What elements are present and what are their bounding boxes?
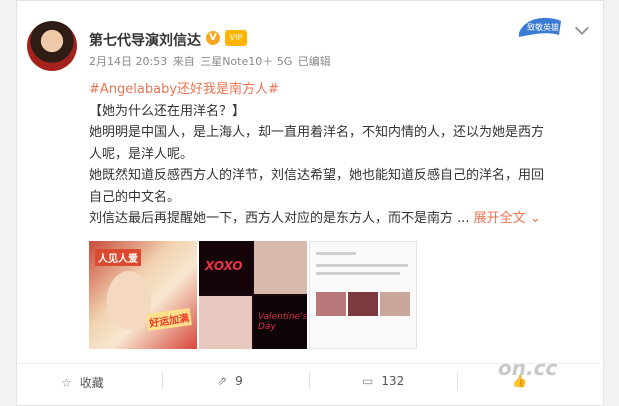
image-caption-b: 好运加满 <box>146 308 192 331</box>
text-line <box>316 252 356 255</box>
star-icon: ☆ <box>61 376 72 390</box>
author-avatar[interactable] <box>27 21 77 71</box>
post-meta: 2月14日 20:53 来自 三星Note10＋ 5G 已编辑 <box>89 53 333 69</box>
image-caption-xoxo: XOXO <box>205 259 243 273</box>
thumb <box>380 292 410 316</box>
divider <box>162 372 163 390</box>
image-caption-a: 人见人爱 <box>95 249 141 266</box>
expand-chevron-icon: ⌄ <box>529 211 541 226</box>
image-tile <box>199 296 252 349</box>
image-tile: XOXO <box>199 241 252 294</box>
repost-button[interactable]: ⇗ 9 <box>217 374 243 388</box>
comment-button[interactable]: ▭ 132 <box>362 374 404 388</box>
author-name[interactable]: 第七代导演刘信达 <box>89 30 201 50</box>
text-line <box>316 264 408 267</box>
thumb <box>316 292 346 316</box>
post-image-2[interactable]: XOXO Valentine's Day <box>199 241 307 349</box>
repost-icon: ⇗ <box>217 374 228 388</box>
source-prefix: 来自 <box>172 55 195 68</box>
hero-tribute-badge-icon: 致敬英雄 <box>519 17 561 37</box>
chevron-down-icon[interactable] <box>574 20 590 36</box>
image-caption-valentine: Valentine's Day <box>258 312 308 332</box>
edited-label[interactable]: 已编辑 <box>298 55 331 68</box>
body-line-last: 刘信达最后再提醒她一下，西方人对应的是东方人，而不是南方 ... <box>89 211 470 226</box>
favorite-button[interactable]: ☆ 收藏 <box>61 374 104 391</box>
image-tile <box>254 241 307 294</box>
weibo-post-card: 第七代导演刘信达 V VIP 2月14日 20:53 来自 三星Note10＋ … <box>16 0 605 406</box>
body-line-3: 她既然知道反感西方人的洋节，刘信达希望，她也能知道反感自己的洋名，用回 <box>89 168 545 183</box>
image-tile: Valentine's Day <box>254 296 307 349</box>
post-image-1[interactable]: 人见人爱 好运加满 <box>89 241 197 349</box>
body-line-4: 自己的中文名。 <box>89 189 181 205</box>
post-image-3[interactable] <box>309 241 417 349</box>
portrait-face <box>107 271 151 329</box>
body-line-2: 人呢，是洋人呢。 <box>89 146 194 162</box>
vip-badge-icon: VIP <box>225 30 247 46</box>
hashtag-link[interactable]: #Angelababy还好我是南方人# <box>89 82 279 97</box>
text-line <box>316 272 400 275</box>
watermark: on.cc <box>498 356 558 380</box>
source-device[interactable]: 三星Note10＋ 5G <box>200 55 292 68</box>
post-date[interactable]: 2月14日 20:53 <box>89 55 167 68</box>
body-line-1: 她明明是中国人，是上海人，却一直用着洋名，不知内情的人，还以为她是西方 <box>89 125 545 140</box>
body-line-0: 【她为什么还在用洋名？】 <box>89 103 246 119</box>
divider <box>309 372 310 390</box>
hero-badge-text: 致敬英雄 <box>527 22 559 32</box>
expand-full-text-link[interactable]: 展开全文 ⌄ <box>474 211 541 226</box>
verified-badge-icon: V <box>206 31 220 45</box>
divider <box>457 372 458 390</box>
comment-icon: ▭ <box>362 374 374 388</box>
thumb <box>348 292 378 316</box>
post-body: #Angelababy还好我是南方人# 【她为什么还在用洋名？】 她明明是中国人… <box>89 79 589 230</box>
